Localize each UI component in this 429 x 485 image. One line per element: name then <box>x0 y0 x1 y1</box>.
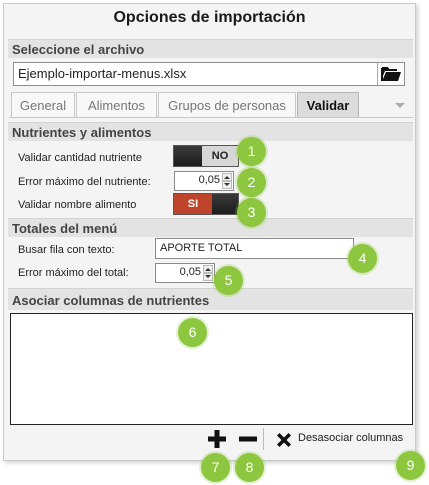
disassociate-columns-label: Desasociar columnas <box>298 432 404 444</box>
tabs-overflow-button[interactable] <box>394 99 406 109</box>
validate-amount-label: Validar cantidad nutriente <box>18 152 142 164</box>
plus-icon <box>208 430 226 448</box>
totals-section-heading: Totales del menú <box>8 218 413 237</box>
annotation-badge-3: 3 <box>237 198 266 227</box>
stepper-down-button[interactable] <box>222 181 232 189</box>
chevron-down-icon <box>395 103 405 108</box>
annotation-badge-6: 6 <box>178 318 207 347</box>
remove-column-button[interactable] <box>237 428 259 450</box>
tab-general[interactable]: General <box>11 92 75 118</box>
validate-name-label: Validar nombre alimento <box>18 199 137 211</box>
tab-validar[interactable]: Validar <box>297 92 359 118</box>
validate-name-toggle[interactable]: SI <box>173 193 239 215</box>
annotation-badge-4: 4 <box>348 244 377 273</box>
caret-down-icon <box>205 275 211 278</box>
toolbar-divider <box>263 428 264 450</box>
toggle-thumb <box>212 194 238 214</box>
file-section-heading: Seleccione el archivo <box>8 39 413 58</box>
toggle-thumb <box>174 146 202 166</box>
stepper-up-button[interactable] <box>203 265 213 273</box>
annotation-badge-5: 5 <box>214 266 243 295</box>
search-row-label: Busar fila con texto: <box>18 244 115 256</box>
columns-section-heading: Asociar columnas de nutrientes <box>8 288 413 310</box>
stepper-down-button[interactable] <box>203 273 213 281</box>
tab-divider <box>9 117 413 118</box>
annotation-badge-2: 2 <box>237 168 266 197</box>
annotation-badge-8: 8 <box>235 453 264 482</box>
max-nutrient-error-stepper[interactable]: 0,05 <box>174 171 234 191</box>
nutrients-section-heading: Nutrientes y alimentos <box>8 122 413 141</box>
max-total-error-stepper[interactable]: 0,05 <box>155 263 215 283</box>
file-path-text: Ejemplo-importar-menus.xlsx <box>18 66 187 81</box>
disassociate-columns-button[interactable]: Desasociar columnas <box>272 428 412 450</box>
max-nutrient-error-label: Error máximo del nutriente: <box>18 176 151 188</box>
caret-up-icon <box>224 176 230 179</box>
annotation-badge-7: 7 <box>201 453 230 482</box>
annotation-badge-9: 9 <box>396 451 425 480</box>
add-column-button[interactable] <box>206 428 228 450</box>
folder-open-icon <box>381 67 401 81</box>
tab-alimentos[interactable]: Alimentos <box>76 92 157 118</box>
toggle-state-text: SI <box>174 194 212 214</box>
annotation-badge-1: 1 <box>237 137 266 166</box>
validate-amount-toggle[interactable]: NO <box>173 145 239 167</box>
stepper-arrows <box>222 173 232 189</box>
toggle-state-text: NO <box>202 146 238 166</box>
stepper-up-button[interactable] <box>222 173 232 181</box>
stepper-value: 0,05 <box>179 266 201 278</box>
max-total-error-label: Error máximo del total: <box>18 267 129 279</box>
nutrient-columns-list[interactable] <box>10 313 413 425</box>
caret-up-icon <box>205 268 211 271</box>
browse-file-button[interactable] <box>377 63 404 85</box>
x-icon <box>277 433 291 447</box>
stepper-value: 0,05 <box>198 174 220 186</box>
dialog-title: Opciones de importación <box>113 9 306 26</box>
minus-icon <box>239 436 257 442</box>
stepper-arrows <box>203 265 213 281</box>
tab-grupos-de-personas[interactable]: Grupos de personas <box>158 92 296 118</box>
search-row-input[interactable]: APORTE TOTAL <box>155 238 354 259</box>
caret-down-icon <box>224 183 230 186</box>
